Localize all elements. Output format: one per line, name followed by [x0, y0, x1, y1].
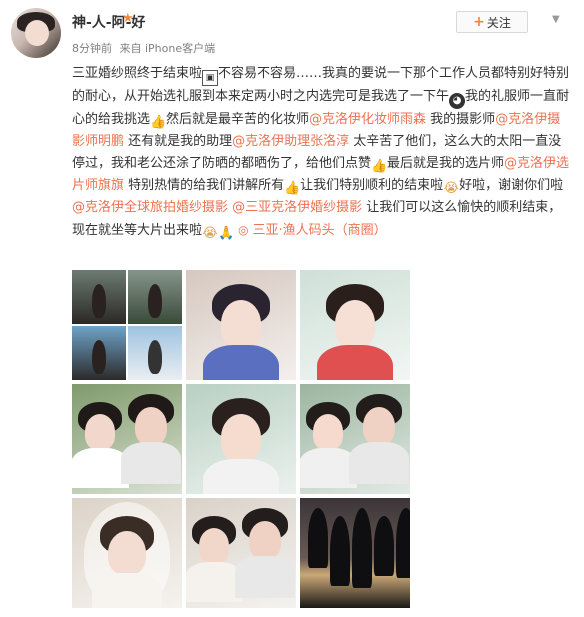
collage-photo	[72, 270, 126, 324]
collage-photo	[72, 326, 126, 380]
collage-photo	[128, 270, 182, 324]
grimace-emoji-icon: 😭	[443, 181, 459, 196]
location-label: 三亚·渔人码头（商圈）	[252, 223, 387, 238]
photo-couple-sunglasses[interactable]	[72, 384, 182, 494]
collage-photo	[128, 326, 182, 380]
photo-bride-veil[interactable]	[72, 498, 182, 608]
post-source: 来自 iPhone客户端	[119, 42, 216, 55]
mention-link[interactable]: @三亚克洛伊婚纱摄影	[232, 200, 362, 215]
photo-collage[interactable]	[72, 270, 182, 380]
post-text-segment: 还有就是我的助理	[124, 134, 233, 149]
photo-girl-blue-hair[interactable]	[186, 270, 296, 380]
post-text-segment: 让我们特别顺利的结束啦	[300, 178, 444, 193]
post-text-segment: 我的摄影师	[426, 112, 496, 127]
photo-couple-peace-sign[interactable]	[300, 384, 410, 494]
post-text-segment: 三亚婚纱照终于结束啦	[72, 66, 203, 81]
thumbs-up-emoji-icon: 👍	[284, 181, 301, 196]
mention-link[interactable]: @克洛伊全球旅拍婚纱摄影	[72, 200, 228, 215]
post-text-segment: 特别热情的给我们讲解所有	[124, 178, 285, 193]
mention-link[interactable]: @克洛伊助理张洛淳	[232, 134, 349, 149]
thumbs-up-emoji-icon: 👍	[150, 115, 167, 130]
post-text-segment: 最后就是我的选片师	[387, 156, 505, 171]
post-meta: 8分钟前 来自 iPhone客户端	[72, 40, 219, 56]
location-pin-icon: ◎	[238, 223, 253, 237]
weary-face-emoji-icon: ◕	[449, 93, 466, 109]
photo-girl-headband[interactable]	[300, 270, 410, 380]
thumbs-up-emoji-icon: 👍	[371, 159, 388, 174]
pray-hands-emoji-icon: 🙏	[218, 226, 235, 241]
tearful-face-emoji-icon: 😭	[202, 226, 218, 241]
photo-girl-cap[interactable]	[186, 384, 296, 494]
post-time[interactable]: 8分钟前	[72, 42, 112, 55]
plus-icon: +	[473, 14, 485, 30]
location-link[interactable]: ◎ 三亚·渔人码头（商圈）	[238, 223, 386, 238]
follow-button[interactable]: + 关注	[456, 11, 528, 33]
mention-link[interactable]: @克洛伊化妆师雨森	[309, 112, 426, 127]
photo-bride-groom[interactable]	[186, 498, 296, 608]
chevron-down-icon[interactable]: ▼	[552, 14, 564, 26]
post-text-segment: 然后就是最辛苦的化妆师	[166, 112, 310, 127]
avatar[interactable]	[11, 8, 61, 58]
box-emoji-icon: ▣	[202, 70, 219, 86]
post-text: 三亚婚纱照终于结束啦 ▣ 不容易不容易……我真的要说一下那个工作人员都特别好特别的耐…	[72, 63, 572, 242]
star-badge-icon: ★	[122, 11, 134, 26]
photo-palm-sunset[interactable]	[300, 498, 410, 608]
post-text-segment: 好啦，谢谢你们啦	[459, 178, 564, 193]
follow-label: 关注	[486, 15, 511, 30]
